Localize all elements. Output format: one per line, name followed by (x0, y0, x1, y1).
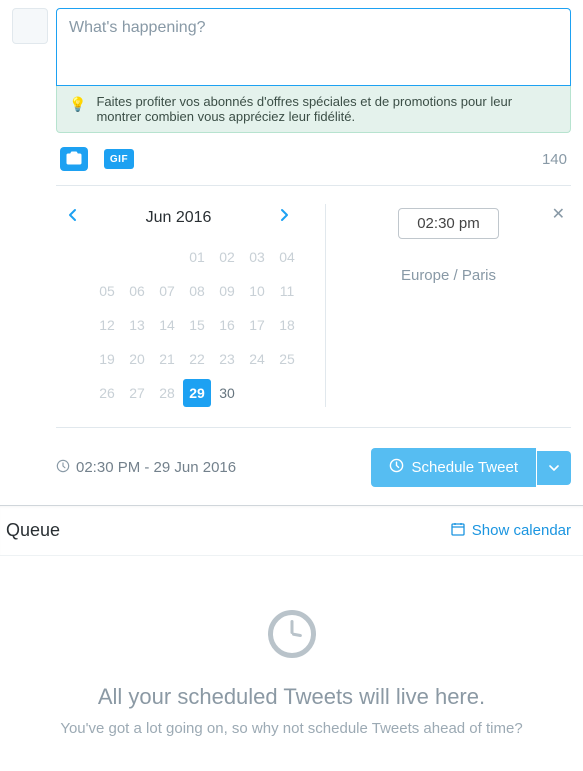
calendar-day[interactable]: 07 (153, 277, 181, 305)
tip-banner: 💡 Faites profiter vos abonnés d'offres s… (56, 86, 571, 133)
calendar-day[interactable]: 29 (183, 379, 211, 407)
calendar-day[interactable]: 11 (273, 277, 301, 305)
schedule-dropdown-button[interactable] (537, 451, 571, 485)
camera-button[interactable] (60, 147, 88, 171)
next-month-button[interactable] (273, 204, 295, 231)
calendar-day[interactable]: 01 (183, 243, 211, 271)
calendar-day[interactable]: 27 (123, 379, 151, 407)
gif-button[interactable]: GIF (104, 149, 134, 169)
empty-state-title: All your scheduled Tweets will live here… (20, 684, 563, 710)
calendar-icon (450, 521, 466, 541)
compose-input[interactable]: What's happening? (56, 8, 571, 86)
close-icon[interactable]: ✕ (552, 204, 565, 224)
calendar-day[interactable]: 22 (183, 345, 211, 373)
calendar-day[interactable]: 26 (93, 379, 121, 407)
schedule-button-label: Schedule Tweet (412, 459, 518, 476)
calendar-day[interactable]: 06 (123, 277, 151, 305)
camera-icon (66, 151, 82, 168)
calendar-day[interactable]: 02 (213, 243, 241, 271)
avatar (12, 8, 48, 44)
empty-state-subtitle: You've got a lot going on, so why not sc… (20, 720, 563, 737)
chevron-down-icon (549, 461, 559, 475)
schedule-summary: 02:30 PM - 29 Jun 2016 (76, 459, 236, 476)
prev-month-button[interactable] (62, 204, 84, 231)
calendar-day[interactable]: 25 (273, 345, 301, 373)
calendar-day[interactable]: 19 (93, 345, 121, 373)
calendar-day[interactable]: 08 (183, 277, 211, 305)
calendar-day[interactable]: 13 (123, 311, 151, 339)
schedule-tweet-button[interactable]: Schedule Tweet (371, 448, 536, 487)
calendar-day[interactable]: 10 (243, 277, 271, 305)
char-count: 140 (542, 151, 567, 168)
show-calendar-link[interactable]: Show calendar (450, 521, 571, 541)
calendar-day[interactable]: 03 (243, 243, 271, 271)
calendar-title: Jun 2016 (146, 209, 212, 227)
calendar-day[interactable]: 30 (213, 379, 241, 407)
clock-icon (56, 459, 70, 476)
show-calendar-label: Show calendar (472, 522, 571, 539)
calendar-day[interactable]: 24 (243, 345, 271, 373)
calendar-day[interactable]: 28 (153, 379, 181, 407)
tip-text: Faites profiter vos abonnés d'offres spé… (96, 94, 558, 124)
time-input[interactable]: 02:30 pm (398, 208, 499, 239)
calendar-day[interactable]: 09 (213, 277, 241, 305)
calendar-day[interactable]: 16 (213, 311, 241, 339)
lightbulb-icon: 💡 (69, 96, 86, 113)
calendar-day[interactable]: 23 (213, 345, 241, 373)
calendar-day[interactable]: 15 (183, 311, 211, 339)
queue-title: Queue (6, 520, 60, 541)
clock-large-icon (268, 610, 316, 658)
calendar-day[interactable]: 17 (243, 311, 271, 339)
clock-icon (389, 458, 404, 477)
calendar-day[interactable]: 14 (153, 311, 181, 339)
calendar-day[interactable]: 18 (273, 311, 301, 339)
calendar-day[interactable]: 20 (123, 345, 151, 373)
timezone-label: Europe / Paris (401, 267, 496, 284)
calendar-day[interactable]: 21 (153, 345, 181, 373)
calendar-day[interactable]: 04 (273, 243, 301, 271)
calendar-day[interactable]: 05 (93, 277, 121, 305)
calendar-day[interactable]: 12 (93, 311, 121, 339)
